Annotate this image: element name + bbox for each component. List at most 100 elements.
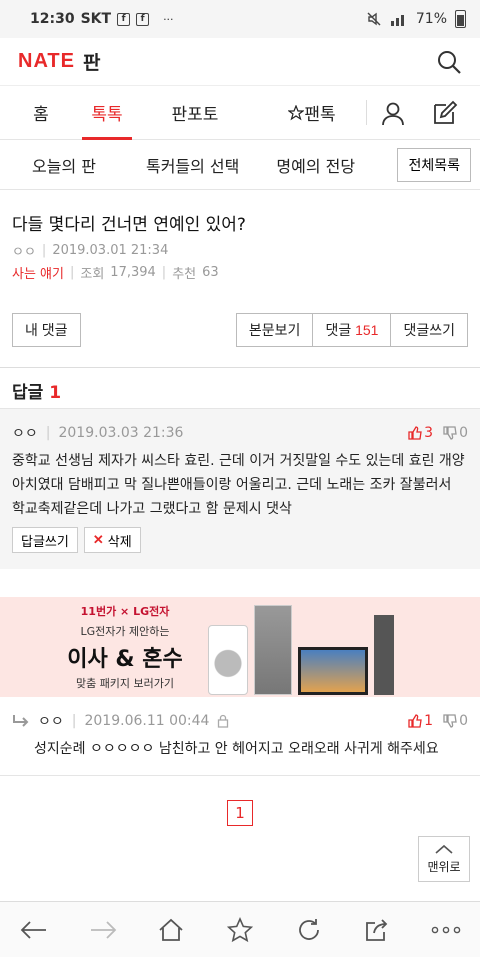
ad-banner[interactable]: 11번가 × LG전자 LG전자가 제안하는 이사 & 혼수 맞춤 패키지 보러… [0,597,480,697]
share-button[interactable] [362,915,392,945]
browser-toolbar [0,901,480,957]
home-icon [159,918,184,941]
tab-toktok[interactable]: 톡톡 [82,86,132,140]
subnav-hall-of-fame[interactable]: 명예의 전당 [276,153,355,177]
subnav-talkers-choice[interactable]: 톡커들의 선택 [146,153,239,177]
write-button[interactable] [419,86,471,139]
vacuum-image [374,615,394,695]
comments-button[interactable]: 댓글 151 [313,313,392,347]
reply-button[interactable]: 답글쓰기 [12,527,78,553]
reply-downvote-button[interactable]: 0 [443,713,468,729]
comment-header: ㅇㅇ | 2019.03.03 21:36 3 0 [12,425,468,442]
scroll-to-top-button[interactable]: 맨위로 [418,836,470,882]
section-title[interactable]: 판 [83,48,100,75]
views-count: 17,394 [110,265,156,280]
main-nav: 홈 톡톡 판포토 팬톡 [0,86,480,140]
comments-label: 댓글 [325,322,352,338]
article-meta: ㅇㅇ | 2019.03.01 21:34 [12,243,169,260]
reply-item: ㅇㅇ | 2019.06.11 00:44 1 0 성지순례 ㅇㅇㅇㅇㅇ 남친하… [0,697,480,776]
reply-arrow-icon [13,715,29,727]
more-menu-button[interactable] [431,915,461,945]
ad-brand: 11번가 × LG전자 [80,605,170,618]
page-number-current[interactable]: 1 [227,800,253,826]
search-icon[interactable] [436,49,462,75]
ad-line-2: 이사 & 혼수 [67,647,183,672]
replies-count: 1 [49,383,62,403]
comment-author: ㅇㅇ [12,426,38,442]
ad-text: 11번가 × LG전자 LG전자가 제안하는 이사 & 혼수 맞춤 패키지 보러… [60,603,190,691]
upvote-button[interactable]: 3 [408,425,433,441]
chevron-up-icon [435,844,453,854]
site-header: NATE 판 [0,38,480,86]
refresh-icon [298,918,319,940]
tab-toktok-label: 톡톡 [91,105,123,125]
thumbs-up-icon [408,714,422,728]
thumbs-down-icon [443,426,457,440]
tab-panphoto-label: 판포토 [171,105,219,125]
ad-line-1: LG전자가 제안하는 [80,625,170,638]
nate-logo[interactable]: NATE [18,50,75,73]
star-icon [288,104,305,120]
article-title: 다들 몇다리 건너면 연예인 있어? [12,215,246,235]
tab-home-label: 홈 [33,105,49,125]
comment-date: 2019.03.03 21:36 [58,425,184,441]
mute-icon [367,12,381,26]
bookmark-button[interactable] [225,915,255,945]
comment-actions: 답글쓰기 ✕ 삭제 [12,527,468,553]
battery-icon [455,10,466,28]
facebook-icon: f [136,12,150,26]
arrow-right-icon [90,920,117,939]
article-button-row: 내 댓글 본문보기 댓글 151 댓글쓰기 [0,313,480,347]
tab-fantalk[interactable]: 팬톡 [258,86,366,139]
view-body-button[interactable]: 본문보기 [235,313,314,347]
close-icon: ✕ [92,532,104,547]
facebook-icon: f [117,12,131,26]
article-author: ㅇㅇ [12,245,36,260]
subnav-today[interactable]: 오늘의 판 [32,153,96,177]
notification-icons: f f ··· [117,12,174,26]
comment-body: 중학교 선생님 제자가 씨스타 효린. 근데 이거 거짓말일 수도 있는데 효린… [12,453,465,517]
pencil-edit-icon [434,100,458,124]
thumbs-up-icon [408,426,422,440]
article-date: 2019.03.01 21:34 [52,243,169,258]
more-dots-icon [431,926,460,933]
ad-line-3: 맞춤 패키지 보러가기 [75,677,175,690]
downvote-button[interactable]: 0 [443,425,468,441]
reply-author: ㅇㅇ [38,714,64,730]
reply-upvote-button[interactable]: 1 [408,713,433,729]
my-comments-button[interactable]: 내 댓글 [12,313,81,347]
forward-button[interactable] [88,915,118,945]
article-stats: 사는 얘기 | 조회 17,394 | 추천 63 [12,263,219,282]
home-button[interactable] [156,915,186,945]
upvote-count: 3 [424,425,434,441]
user-button[interactable] [367,86,419,139]
reply-header: ㅇㅇ | 2019.06.11 00:44 1 0 [12,711,468,731]
tab-home[interactable]: 홈 [0,86,82,139]
replies-heading: 답글 1 [0,368,480,408]
status-carrier: SKT [80,11,112,27]
all-list-button[interactable]: 전체목록 [397,147,471,182]
comment-item: ㅇㅇ | 2019.03.03 21:36 3 0 중학교 선생님 제자가 씨스… [0,408,480,569]
reply-body: 성지순례 ㅇㅇㅇㅇㅇ 남친하고 안 헤어지고 오래오래 사귀게 해주세요 [34,741,439,757]
article-actions: 본문보기 댓글 151 댓글쓰기 [235,313,468,347]
downvote-count: 0 [459,425,468,441]
signal-icon [390,15,404,26]
write-comment-button[interactable]: 댓글쓰기 [391,313,468,347]
reply-upvote-count: 1 [424,713,434,729]
star-icon [226,916,253,942]
share-icon [366,918,388,941]
ad-product-images [208,599,394,695]
status-bar: 12:30 SKT f f ··· 71% [0,0,480,38]
status-time: 12:30 [30,11,75,27]
views-label: 조회 [80,267,105,282]
article-category[interactable]: 사는 얘기 [12,263,64,282]
washer-image [208,625,248,695]
user-icon [382,102,404,125]
battery-percent: 71% [415,11,447,27]
tab-panphoto[interactable]: 판포토 [132,86,258,139]
refresh-button[interactable] [294,915,324,945]
pagination: 1 [0,800,480,826]
back-button[interactable] [19,915,49,945]
arrow-left-icon [21,920,47,939]
delete-button[interactable]: ✕ 삭제 [83,527,141,553]
